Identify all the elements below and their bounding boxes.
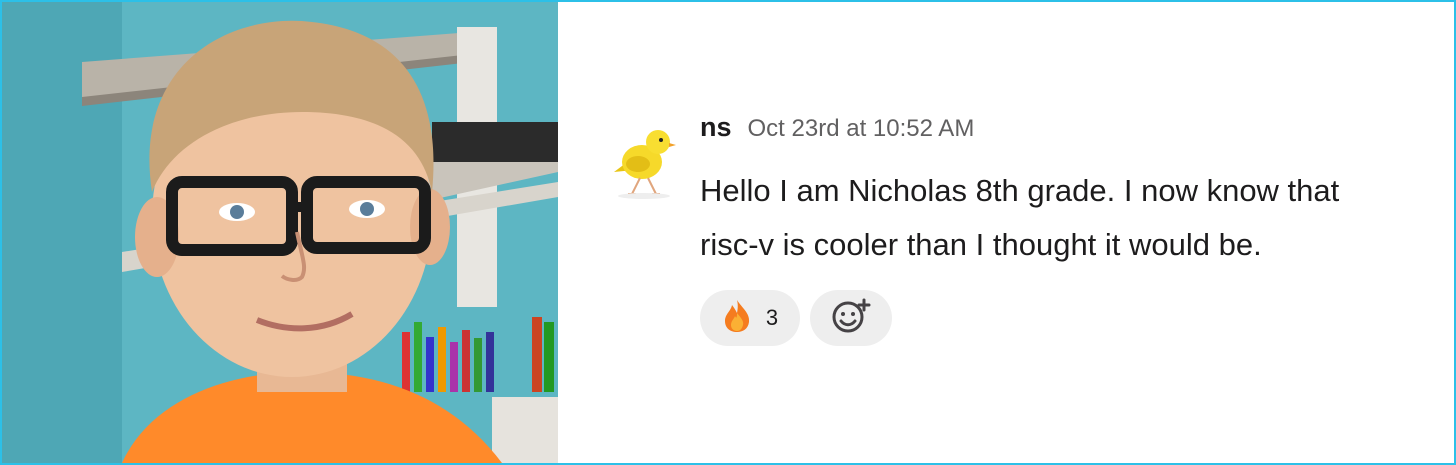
avatar-image bbox=[614, 130, 676, 199]
username[interactable]: ns bbox=[700, 112, 732, 143]
photo-illustration bbox=[2, 2, 558, 463]
reaction-count: 3 bbox=[765, 305, 779, 330]
message-header: ns Oct 23rd at 10:52 AM bbox=[700, 112, 1400, 152]
message-text: Hello I am Nicholas 8th grade. I now kno… bbox=[700, 173, 1340, 262]
canary-bird-icon[interactable] bbox=[608, 112, 680, 202]
reactions-bar: 3 bbox=[700, 290, 1400, 346]
message-body: ns Oct 23rd at 10:52 AM Hello I am Nicho… bbox=[700, 112, 1400, 346]
add-reaction-button[interactable] bbox=[810, 290, 892, 346]
chat-message: ns Oct 23rd at 10:52 AM Hello I am Nicho… bbox=[608, 112, 1408, 412]
screenshot-frame: ns Oct 23rd at 10:52 AM Hello I am Nicho… bbox=[0, 0, 1456, 465]
person-photo bbox=[2, 2, 558, 463]
add-reaction-icon bbox=[831, 298, 871, 339]
fire-emoji-icon bbox=[722, 299, 752, 338]
fire-reaction-button[interactable]: 3 bbox=[700, 290, 800, 346]
timestamp[interactable]: Oct 23rd at 10:52 AM bbox=[748, 115, 975, 143]
